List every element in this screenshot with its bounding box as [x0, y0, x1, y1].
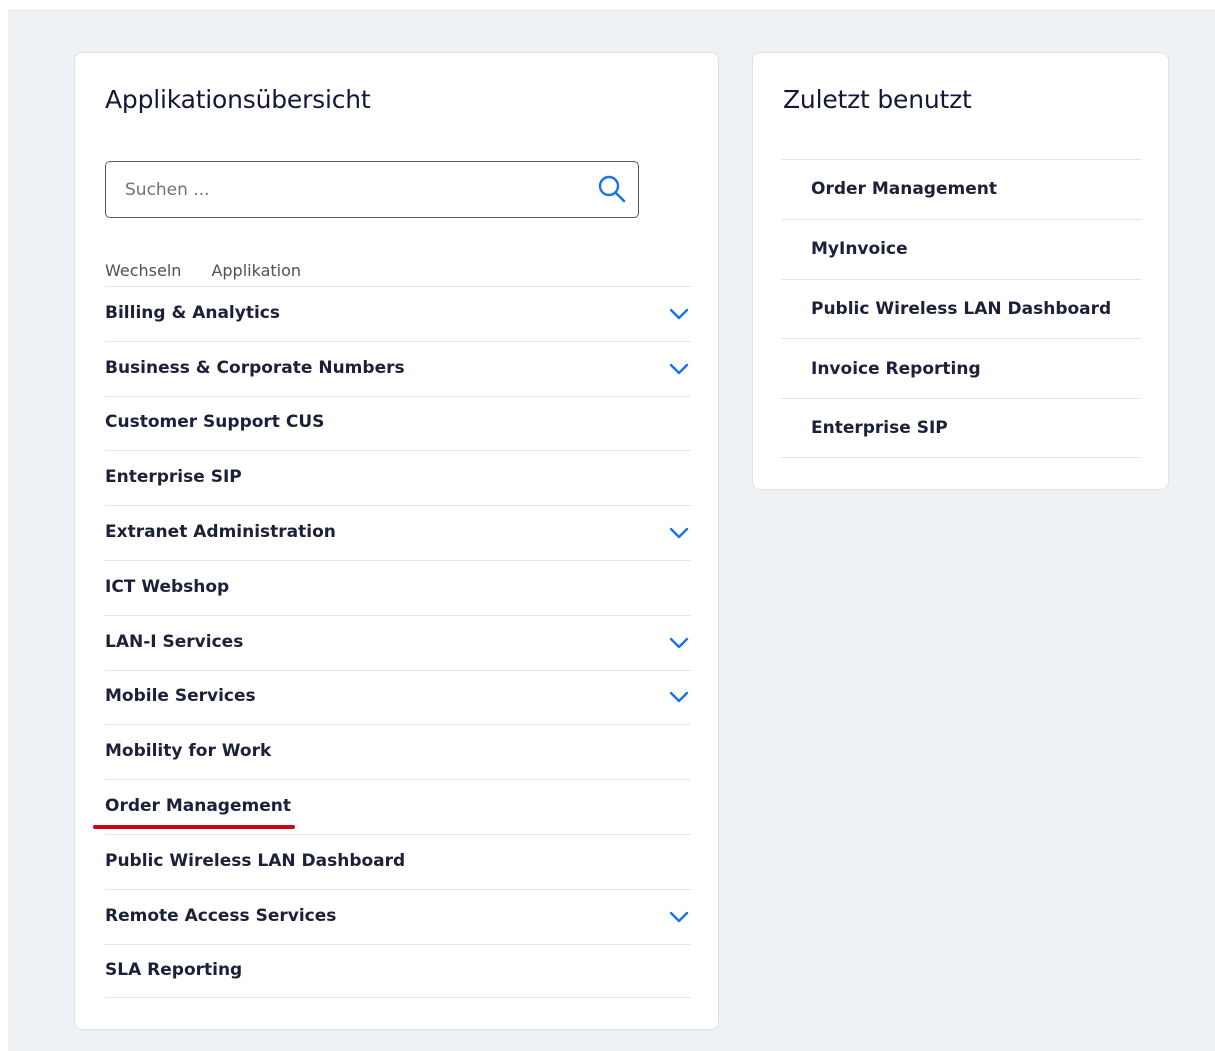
recently-used-title: Zuletzt benutzt — [783, 85, 972, 114]
column-header-switch: Wechseln — [105, 261, 182, 280]
app-list-item-label[interactable]: Remote Access Services — [105, 906, 336, 926]
chevron-down-icon[interactable] — [667, 685, 691, 709]
app-list-item[interactable]: Mobility for Work — [105, 724, 691, 779]
recent-list-item[interactable]: MyInvoice — [781, 218, 1141, 279]
list-column-headers: Wechseln Applikation — [105, 261, 301, 280]
column-header-application: Applikation — [211, 261, 302, 280]
search-icon[interactable] — [596, 173, 628, 205]
app-list-item[interactable]: Customer Support CUS — [105, 395, 691, 451]
chevron-down-icon[interactable] — [667, 905, 691, 929]
app-list-item[interactable]: Remote Access Services — [105, 888, 691, 944]
recently-used-list: Order Management MyInvoice Public Wireless… — [781, 159, 1141, 458]
app-list-item[interactable]: SLA Reporting — [105, 943, 691, 999]
app-list-item[interactable]: Enterprise SIP — [105, 450, 691, 505]
page-background: Applikationsübersicht Wechseln Applikati… — [8, 10, 1215, 1051]
app-list-item-label[interactable]: Customer Support CUS — [105, 412, 324, 432]
recently-used-card: Zuletzt benutzt Order Management MyInvoic… — [752, 52, 1169, 490]
annotation-underline — [93, 824, 295, 829]
app-list-item-label[interactable]: ICT Webshop — [105, 577, 229, 597]
app-list-item[interactable]: ICT Webshop — [105, 559, 691, 615]
recent-list-item[interactable]: Enterprise SIP — [781, 398, 1141, 458]
app-list-item[interactable]: Mobile Services — [105, 669, 691, 725]
search-input[interactable] — [106, 161, 567, 218]
search-box — [105, 161, 639, 218]
app-list-item[interactable]: Extranet Administration — [105, 505, 691, 560]
app-list-item[interactable]: Public Wireless LAN Dashboard — [105, 833, 691, 889]
app-list-item-label[interactable]: Enterprise SIP — [105, 467, 242, 487]
app-list-item-label[interactable]: SLA Reporting — [105, 960, 242, 980]
application-overview-title: Applikationsübersicht — [105, 85, 371, 114]
app-list-item-label[interactable]: LAN-I Services — [105, 632, 243, 652]
app-list-item-label[interactable]: Business & Corporate Numbers — [105, 358, 405, 378]
app-list-item-label[interactable]: Mobility for Work — [105, 741, 271, 761]
chevron-down-icon[interactable] — [667, 521, 691, 545]
recent-list-item[interactable]: Order Management — [781, 159, 1141, 219]
app-list-item[interactable]: LAN-I Services — [105, 614, 691, 670]
app-list-item-label[interactable]: Extranet Administration — [105, 522, 336, 542]
app-list-item-label[interactable]: Public Wireless LAN Dashboard — [105, 851, 405, 871]
app-list-item-label[interactable]: Mobile Services — [105, 686, 256, 706]
application-overview-card: Applikationsübersicht Wechseln Applikati… — [74, 52, 719, 1030]
recent-list-item[interactable]: Invoice Reporting — [781, 338, 1141, 398]
chevron-down-icon[interactable] — [667, 631, 691, 655]
chevron-down-icon[interactable] — [667, 357, 691, 381]
chevron-down-icon[interactable] — [667, 302, 691, 326]
app-list-item[interactable]: Business & Corporate Numbers — [105, 340, 691, 396]
application-list: Billing & Analytics Business & Corporate … — [93, 286, 691, 999]
app-list-item-label[interactable]: Order Management — [105, 796, 291, 816]
app-list-item[interactable]: Billing & Analytics — [105, 286, 691, 341]
app-list-item[interactable]: Order Management — [93, 779, 691, 834]
recent-list-item[interactable]: Public Wireless LAN Dashboard — [781, 278, 1141, 339]
app-list-item-label[interactable]: Billing & Analytics — [105, 303, 280, 323]
